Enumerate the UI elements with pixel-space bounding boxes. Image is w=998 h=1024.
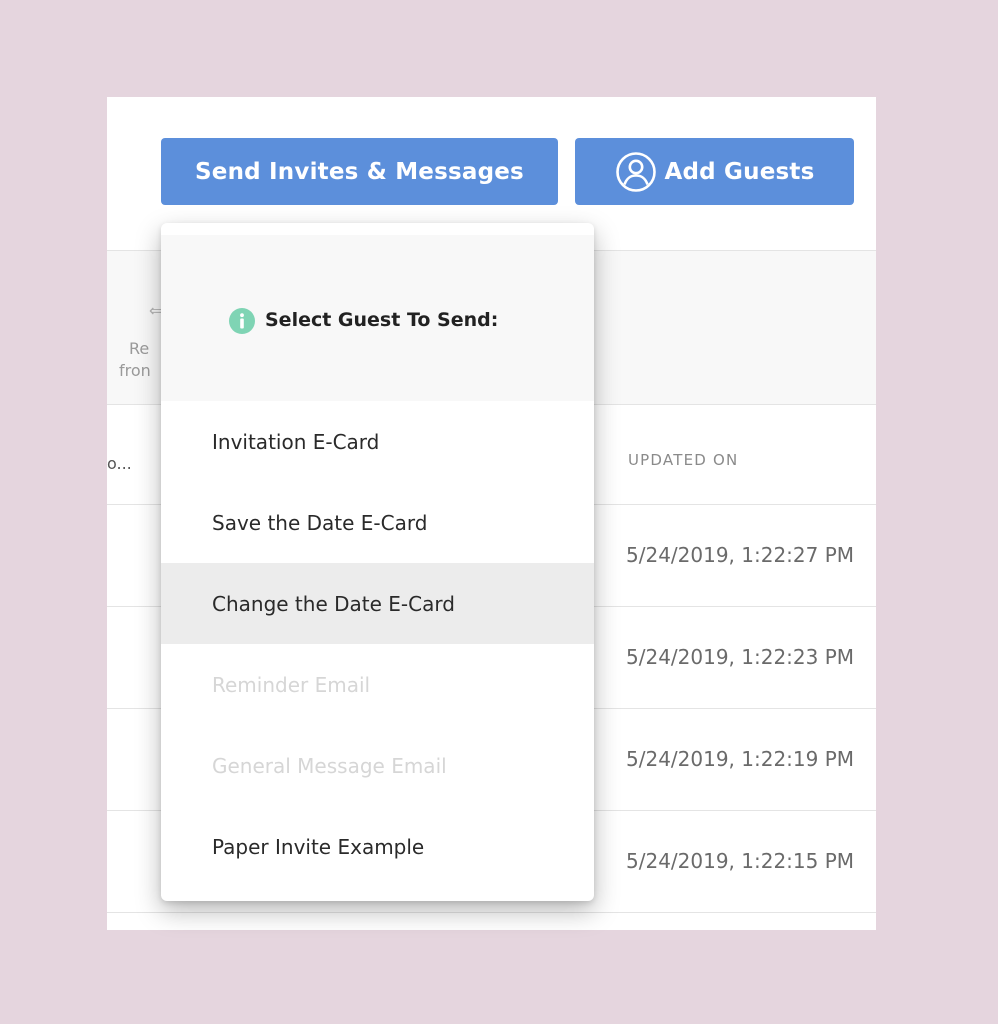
send-invites-label: Send Invites & Messages [195, 158, 524, 185]
menu-item-save-the-date-ecard[interactable]: Save the Date E-Card [161, 482, 594, 563]
add-guests-label: Add Guests [664, 158, 815, 185]
dropdown-header: Select Guest To Send: [161, 235, 594, 401]
dropdown-header-text: Select Guest To Send: [265, 309, 499, 331]
send-options-dropdown: Select Guest To Send: Invitation E-Card … [161, 223, 594, 901]
menu-item-change-the-date-ecard[interactable]: Change the Date E-Card [161, 563, 594, 644]
menu-item-label: Reminder Email [212, 672, 371, 697]
add-guests-button[interactable]: Add Guests [575, 138, 854, 205]
send-invites-button[interactable]: Send Invites & Messages [161, 138, 558, 205]
menu-item-label: Invitation E-Card [212, 429, 380, 454]
menu-item-general-message-email: General Message Email [161, 725, 594, 806]
user-circle-icon [615, 151, 657, 193]
updated-on-cell: 5/24/2019, 1:22:15 PM [626, 849, 855, 873]
menu-item-invitation-ecard[interactable]: Invitation E-Card [161, 401, 594, 482]
menu-item-label: Save the Date E-Card [212, 510, 428, 535]
menu-item-label: General Message Email [212, 753, 447, 778]
updated-on-cell: 5/24/2019, 1:22:19 PM [626, 747, 855, 771]
menu-item-label: Change the Date E-Card [212, 591, 455, 616]
updated-on-cell: 5/24/2019, 1:22:27 PM [626, 543, 855, 567]
menu-item-label: Paper Invite Example [212, 834, 425, 859]
updated-on-cell: 5/24/2019, 1:22:23 PM [626, 645, 855, 669]
truncated-column-header: o... [107, 454, 132, 473]
updated-on-header[interactable]: UPDATED ON [628, 451, 738, 469]
menu-item-paper-invite-example[interactable]: Paper Invite Example [161, 806, 594, 887]
info-icon [229, 308, 255, 334]
menu-item-reminder-email: Reminder Email [161, 644, 594, 725]
